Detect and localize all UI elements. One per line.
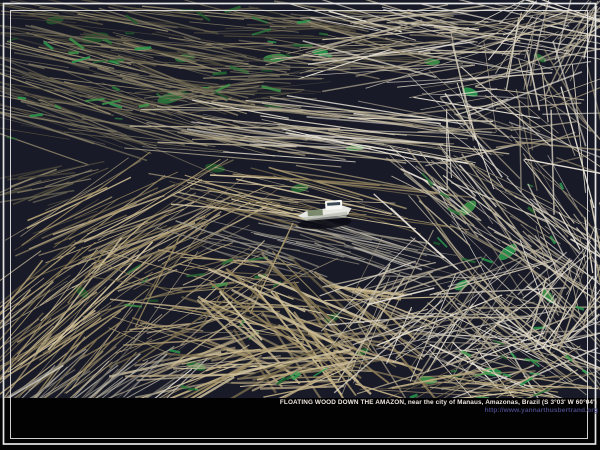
wallpaper-image: FLOATING WOOD DOWN THE AMAZON, near the … (0, 0, 600, 450)
caption-title: FLOATING WOOD DOWN THE AMAZON, near the … (280, 399, 597, 406)
caption-url: http://www.yannarthusbertrand.org (485, 407, 598, 414)
amazon-aerial-photo (0, 0, 600, 450)
